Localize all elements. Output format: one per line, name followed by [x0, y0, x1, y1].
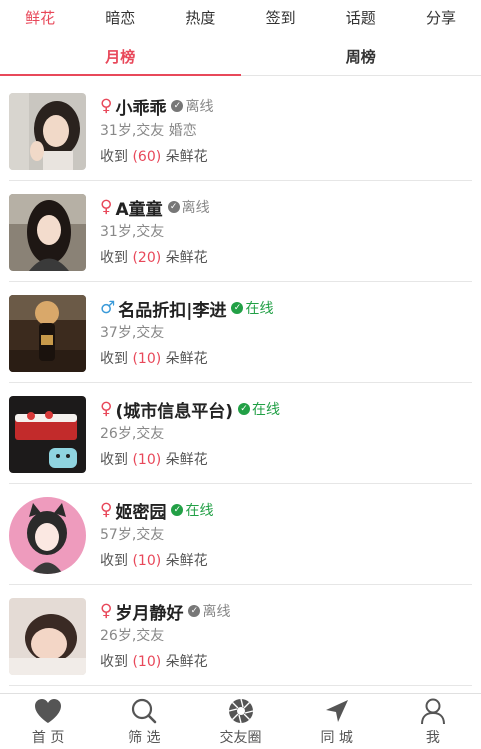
- list-item[interactable]: ♀ A童童 ✓ 离线 31岁,交友 收到 (20) 朵鲜花: [0, 181, 481, 282]
- username: 小乖乖: [115, 98, 167, 119]
- status-label: 在线: [185, 503, 214, 519]
- user-details: 26岁,交友: [100, 426, 165, 442]
- search-icon: [132, 698, 157, 723]
- received-prefix: 收到: [100, 452, 128, 468]
- nav-friend-circle[interactable]: 交友圈: [192, 694, 288, 749]
- nav-label: 我: [425, 729, 440, 746]
- female-icon: ♀: [100, 197, 113, 217]
- check-icon: ✓: [171, 100, 184, 112]
- ranking-tab-bar: 月榜 周榜: [0, 40, 481, 76]
- user-icon: [420, 698, 445, 724]
- avatar[interactable]: [9, 295, 86, 372]
- status-badge: ✓ 在线: [171, 500, 213, 520]
- count-value: (10): [132, 553, 162, 569]
- username: 名品折扣|李进: [118, 300, 227, 321]
- list-item[interactable]: ♂ 名品折扣|李进 ✓ 在线 37岁,交友 收到 (10) 朵鲜花: [0, 282, 481, 383]
- received-prefix: 收到: [100, 149, 128, 165]
- nav-me[interactable]: 我: [385, 694, 481, 749]
- user-details: 26岁,交友: [100, 628, 165, 644]
- tab-monthly-ranking[interactable]: 月榜: [0, 40, 241, 76]
- received-prefix: 收到: [100, 250, 128, 266]
- nav-label: 首 页: [31, 729, 65, 746]
- tab-popularity[interactable]: 热度: [160, 7, 240, 28]
- list-item[interactable]: ♀ 姬密园 ✓ 在线 57岁,交友 收到 (10) 朵鲜花: [0, 484, 481, 585]
- flower-count: 收到 (20) 朵鲜花: [100, 248, 210, 268]
- nav-filter[interactable]: 筛 选: [96, 694, 192, 749]
- flower-count: 收到 (10) 朵鲜花: [100, 349, 273, 369]
- female-icon: ♀: [100, 96, 113, 116]
- nav-home[interactable]: 首 页: [0, 694, 96, 749]
- bottom-nav: 首 页 筛 选 交友圈 同 城 我: [0, 693, 481, 749]
- status-label: 在线: [245, 301, 274, 317]
- location-arrow-icon: [325, 699, 348, 722]
- status-badge: ✓ 离线: [167, 197, 210, 217]
- flower-count: 收到 (10) 朵鲜花: [100, 450, 280, 470]
- status-badge: ✓ 离线: [171, 96, 213, 116]
- tab-topics[interactable]: 话题: [321, 7, 401, 28]
- list-item[interactable]: ♀ 岁月静好 ✓ 离线 26岁,交友 收到 (10) 朵鲜花: [0, 585, 481, 686]
- check-icon: ✓: [188, 605, 201, 617]
- count-value: (10): [132, 654, 162, 670]
- avatar[interactable]: [9, 598, 86, 675]
- user-details: 57岁,交友: [100, 527, 165, 543]
- top-tab-bar: 鲜花 暗恋 热度 签到 话题 分享: [0, 0, 481, 34]
- nav-same-city[interactable]: 同 城: [289, 694, 385, 749]
- received-suffix: 朵鲜花: [165, 452, 208, 468]
- received-suffix: 朵鲜花: [165, 250, 208, 266]
- check-icon: ✓: [167, 201, 180, 213]
- user-details: 37岁,交友: [100, 325, 165, 341]
- username: (城市信息平台): [115, 401, 233, 422]
- avatar[interactable]: [9, 93, 86, 170]
- count-value: (10): [132, 351, 162, 367]
- username: 岁月静好: [115, 603, 184, 624]
- received-suffix: 朵鲜花: [165, 149, 208, 165]
- female-icon: ♀: [100, 601, 113, 621]
- username: 姬密园: [115, 502, 167, 523]
- nav-label: 同 城: [320, 729, 353, 746]
- check-icon: ✓: [171, 504, 184, 516]
- tab-share[interactable]: 分享: [401, 7, 481, 28]
- avatar[interactable]: [9, 497, 86, 574]
- received-prefix: 收到: [100, 654, 128, 670]
- user-details: 31岁,交友: [100, 224, 165, 240]
- status-label: 离线: [202, 604, 231, 620]
- count-value: (20): [132, 250, 162, 266]
- status-label: 离线: [181, 200, 210, 216]
- user-list: ♀ 小乖乖 ✓ 离线 31岁,交友 婚恋 收到 (60) 朵鲜花 ♀ A童童 ✓ 离…: [0, 80, 481, 686]
- female-icon: ♀: [100, 500, 113, 520]
- status-label: 离线: [185, 99, 214, 115]
- list-item[interactable]: ♀ (城市信息平台) ✓ 在线 26岁,交友 收到 (10) 朵鲜花: [0, 383, 481, 484]
- flower-count: 收到 (10) 朵鲜花: [100, 652, 230, 672]
- received-suffix: 朵鲜花: [165, 351, 208, 367]
- status-badge: ✓ 离线: [188, 601, 230, 621]
- received-suffix: 朵鲜花: [165, 654, 208, 670]
- tab-flowers[interactable]: 鲜花: [0, 7, 80, 28]
- aperture-icon: [228, 698, 253, 723]
- flower-count: 收到 (10) 朵鲜花: [100, 551, 213, 571]
- nav-label: 筛 选: [128, 729, 161, 746]
- received-suffix: 朵鲜花: [165, 553, 208, 569]
- check-icon: ✓: [231, 302, 244, 314]
- check-icon: ✓: [238, 403, 250, 415]
- nav-label: 交友圈: [219, 729, 262, 746]
- flower-count: 收到 (60) 朵鲜花: [100, 147, 213, 167]
- status-badge: ✓ 在线: [231, 298, 273, 318]
- female-icon: ♀: [100, 399, 113, 419]
- list-item[interactable]: ♀ 小乖乖 ✓ 离线 31岁,交友 婚恋 收到 (60) 朵鲜花: [0, 80, 481, 181]
- male-icon: ♂: [100, 298, 116, 318]
- count-value: (10): [132, 452, 162, 468]
- status-badge: ✓ 在线: [238, 399, 280, 419]
- tab-weekly-ranking[interactable]: 周榜: [241, 40, 481, 75]
- tab-secret-crush[interactable]: 暗恋: [80, 7, 160, 28]
- received-prefix: 收到: [100, 553, 128, 569]
- tab-check-in[interactable]: 签到: [241, 7, 321, 28]
- heart-icon: [35, 698, 62, 723]
- received-prefix: 收到: [100, 351, 128, 367]
- user-details: 31岁,交友 婚恋: [100, 123, 197, 139]
- avatar[interactable]: [9, 396, 86, 473]
- status-label: 在线: [252, 402, 280, 418]
- username: A童童: [115, 199, 163, 220]
- avatar[interactable]: [9, 194, 86, 271]
- count-value: (60): [132, 149, 162, 165]
